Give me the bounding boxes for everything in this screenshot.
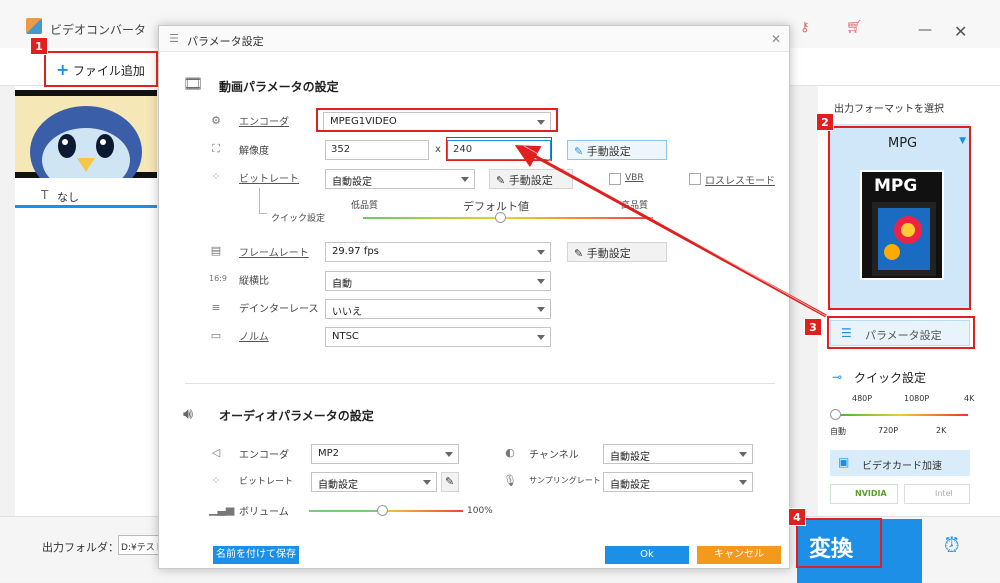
annotation-arrows — [514, 145, 827, 318]
